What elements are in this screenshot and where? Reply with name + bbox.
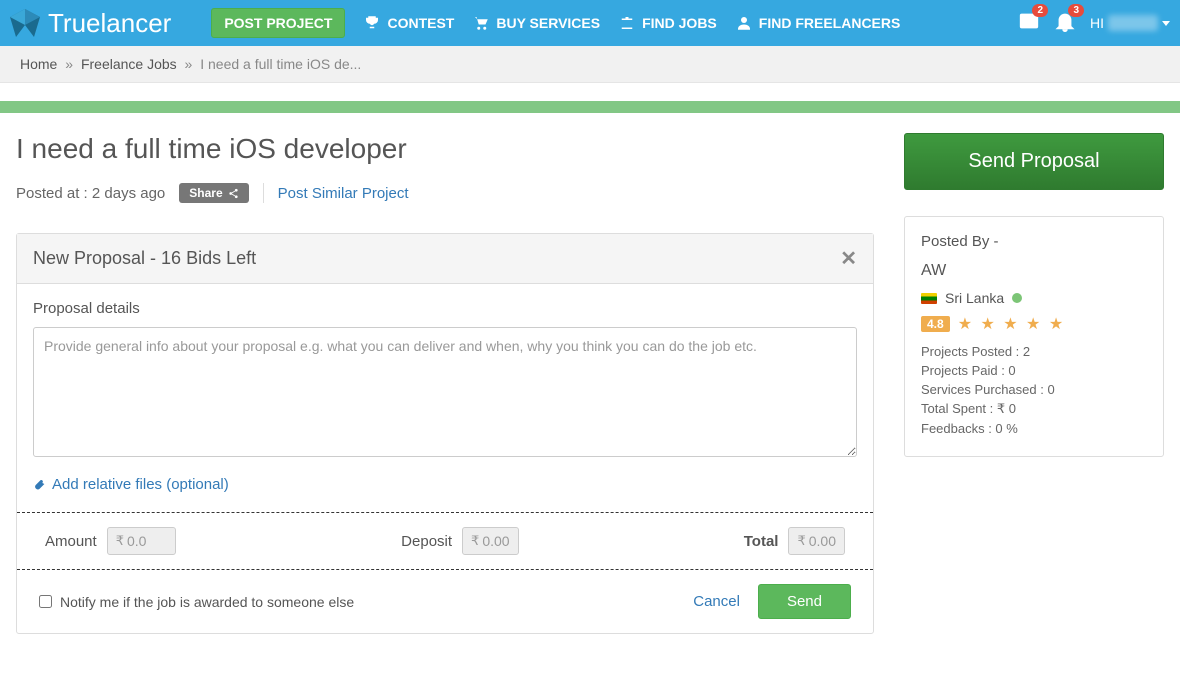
breadcrumb: Home » Freelance Jobs » I need a full ti… bbox=[0, 46, 1180, 83]
messages-badge: 2 bbox=[1032, 4, 1048, 17]
greeting-label: HI bbox=[1090, 15, 1104, 31]
nav-contest-label: CONTEST bbox=[387, 15, 454, 31]
paperclip-icon bbox=[33, 478, 46, 491]
amount-input[interactable] bbox=[127, 533, 167, 549]
proposal-header: New Proposal - 16 Bids Left bbox=[33, 248, 256, 269]
total-value: 0.00 bbox=[809, 533, 836, 549]
add-files-label: Add relative files (optional) bbox=[52, 476, 229, 493]
total-label: Total bbox=[744, 533, 779, 550]
stat-projects-posted: Projects Posted : 2 bbox=[921, 344, 1147, 359]
post-project-button[interactable]: POST PROJECT bbox=[211, 8, 345, 38]
rupee-icon: ₹ bbox=[797, 533, 805, 549]
breadcrumb-jobs[interactable]: Freelance Jobs bbox=[81, 56, 177, 72]
send-button[interactable]: Send bbox=[758, 584, 851, 619]
messages-icon-wrap[interactable]: 2 bbox=[1018, 10, 1040, 37]
amount-label: Amount bbox=[45, 533, 97, 550]
stat-projects-paid: Projects Paid : 0 bbox=[921, 363, 1147, 378]
notify-checkbox[interactable] bbox=[39, 595, 52, 608]
breadcrumb-current: I need a full time iOS de... bbox=[200, 56, 361, 72]
nav-contest[interactable]: CONTEST bbox=[363, 14, 454, 32]
close-icon[interactable]: ✕ bbox=[840, 246, 857, 271]
share-button-label: Share bbox=[189, 186, 222, 200]
nav-find-freelancers-label: FIND FREELANCERS bbox=[759, 15, 901, 31]
briefcase-icon bbox=[618, 14, 636, 32]
flag-icon bbox=[921, 293, 937, 304]
nav-buy-services-label: BUY SERVICES bbox=[496, 15, 600, 31]
proposal-details-label: Proposal details bbox=[33, 300, 857, 317]
posted-by-card: Posted By - AW Sri Lanka 4.8 ★ ★ ★ ★ ★ P… bbox=[904, 216, 1164, 457]
rupee-icon: ₹ bbox=[471, 533, 479, 549]
breadcrumb-sep: » bbox=[185, 56, 193, 72]
proposal-panel: New Proposal - 16 Bids Left ✕ Proposal d… bbox=[16, 233, 874, 634]
stat-services-purchased: Services Purchased : 0 bbox=[921, 382, 1147, 397]
deposit-label: Deposit bbox=[401, 533, 452, 550]
post-similar-link[interactable]: Post Similar Project bbox=[278, 185, 409, 202]
poster-name: AW bbox=[921, 262, 1147, 280]
top-navbar: Truelancer POST PROJECT CONTEST BUY SERV… bbox=[0, 0, 1180, 46]
nav-find-jobs-label: FIND JOBS bbox=[642, 15, 717, 31]
nav-find-jobs[interactable]: FIND JOBS bbox=[618, 14, 717, 32]
stars-icon: ★ ★ ★ ★ ★ bbox=[958, 314, 1066, 334]
rupee-icon: ₹ bbox=[116, 533, 124, 549]
amount-input-wrap[interactable]: ₹ bbox=[107, 527, 176, 555]
online-status-icon bbox=[1012, 293, 1022, 303]
add-files-link[interactable]: Add relative files (optional) bbox=[33, 476, 229, 493]
breadcrumb-sep: » bbox=[65, 56, 73, 72]
share-icon bbox=[228, 188, 239, 199]
stat-total-spent: Total Spent : ₹ 0 bbox=[921, 401, 1147, 417]
page-title: I need a full time iOS developer bbox=[16, 133, 874, 165]
chevron-down-icon bbox=[1162, 21, 1170, 26]
deposit-display: ₹0.00 bbox=[462, 527, 519, 555]
cart-icon bbox=[472, 14, 490, 32]
proposal-textarea[interactable] bbox=[33, 327, 857, 457]
user-menu[interactable]: HI bbox=[1090, 15, 1170, 31]
send-proposal-button[interactable]: Send Proposal bbox=[904, 133, 1164, 190]
country-label: Sri Lanka bbox=[945, 290, 1004, 306]
deposit-value: 0.00 bbox=[482, 533, 509, 549]
notifications-icon-wrap[interactable]: 3 bbox=[1054, 10, 1076, 37]
nav-find-freelancers[interactable]: FIND FREELANCERS bbox=[735, 14, 901, 32]
share-button[interactable]: Share bbox=[179, 183, 248, 203]
green-divider bbox=[0, 101, 1180, 113]
total-display: ₹0.00 bbox=[788, 527, 845, 555]
cancel-button[interactable]: Cancel bbox=[693, 593, 740, 610]
stat-feedbacks: Feedbacks : 0 % bbox=[921, 421, 1147, 436]
posted-at-label: Posted at : 2 days ago bbox=[16, 185, 165, 202]
brand-name: Truelancer bbox=[48, 8, 171, 39]
posted-by-header: Posted By - bbox=[921, 233, 1147, 250]
notify-checkbox-wrap[interactable]: Notify me if the job is awarded to someo… bbox=[39, 594, 354, 610]
rating-badge: 4.8 bbox=[921, 316, 950, 332]
breadcrumb-home[interactable]: Home bbox=[20, 56, 57, 72]
nav-buy-services[interactable]: BUY SERVICES bbox=[472, 14, 600, 32]
logo-icon bbox=[10, 9, 40, 37]
person-icon bbox=[735, 14, 753, 32]
username-blurred bbox=[1108, 15, 1158, 31]
meta-separator bbox=[263, 183, 264, 203]
trophy-icon bbox=[363, 14, 381, 32]
notify-label: Notify me if the job is awarded to someo… bbox=[60, 594, 354, 610]
brand-logo[interactable]: Truelancer bbox=[10, 8, 171, 39]
notifications-badge: 3 bbox=[1068, 4, 1084, 17]
